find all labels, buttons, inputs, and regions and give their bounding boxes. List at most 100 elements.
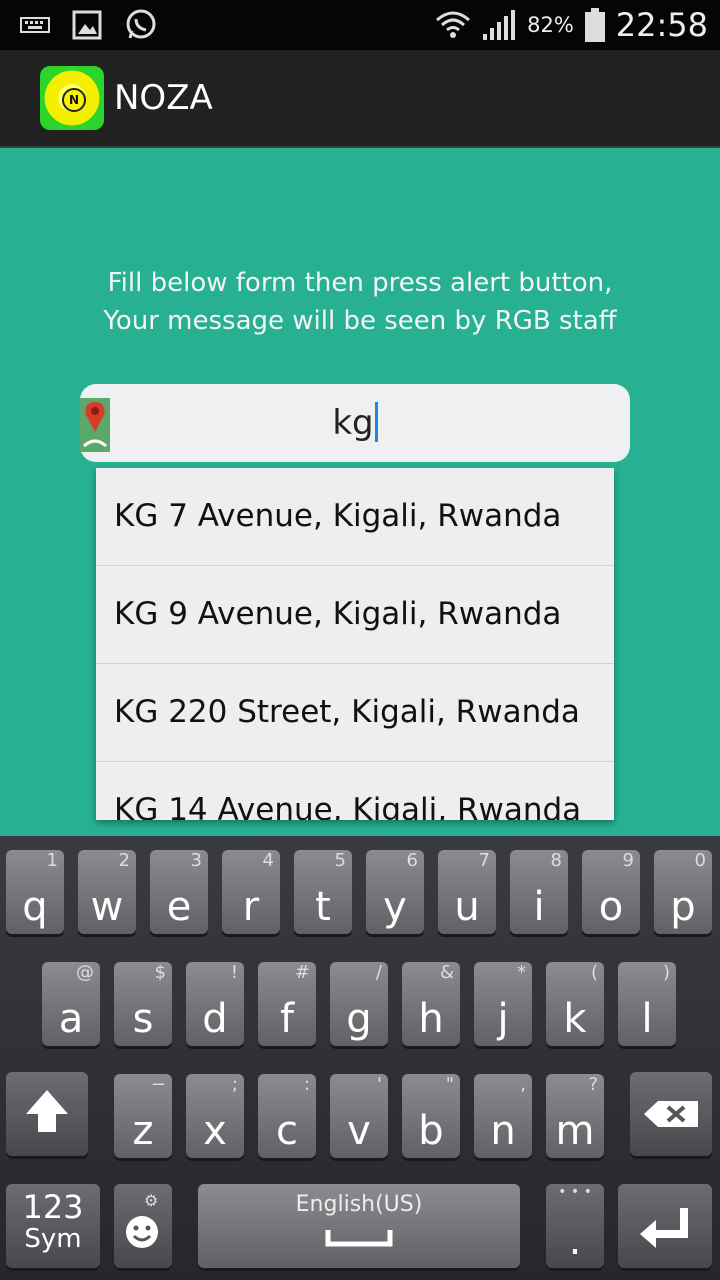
key-label: v	[347, 1108, 371, 1154]
gallery-icon	[72, 10, 102, 40]
key-u[interactable]: 7u	[438, 850, 496, 934]
key-j[interactable]: * j	[474, 962, 532, 1046]
key-label: h	[418, 996, 444, 1042]
key-label: z	[132, 1108, 154, 1154]
key-label: o	[598, 884, 624, 930]
key-g[interactable]: / g	[330, 962, 388, 1046]
key-e[interactable]: 3e	[150, 850, 208, 934]
key-h[interactable]: & h	[402, 962, 460, 1046]
suggestion-item[interactable]: KG 220 Street, Kigali, Rwanda	[96, 664, 614, 762]
key-label: u	[454, 884, 480, 930]
symbols-key[interactable]: 123 Sym	[6, 1184, 100, 1268]
enter-key[interactable]	[618, 1184, 712, 1268]
suggestion-item[interactable]: KG 9 Avenue, Kigali, Rwanda	[96, 566, 614, 664]
instruction-line-2: Your message will be seen by RGB staff	[103, 306, 617, 336]
key-z[interactable]: − z	[114, 1074, 172, 1158]
battery-icon	[584, 8, 605, 42]
key-d[interactable]: ! d	[186, 962, 244, 1046]
main-panel: Fill below form then press alert button,…	[0, 148, 720, 836]
whatsapp-icon	[126, 9, 156, 39]
key-secondary: 5	[334, 850, 346, 871]
key-label: d	[202, 996, 228, 1042]
backspace-icon	[644, 1101, 698, 1127]
key-secondary: ,	[520, 1074, 526, 1095]
key-secondary: #	[294, 962, 310, 983]
signal-icon	[483, 10, 516, 40]
key-secondary: "	[445, 1074, 454, 1095]
key-q[interactable]: 1q	[6, 850, 64, 934]
suggestion-item[interactable]: KG 14 Avenue, Kigali, Rwanda	[96, 762, 614, 820]
key-label: g	[346, 996, 372, 1042]
suggestions-dropdown: KG 7 Avenue, Kigali, Rwanda KG 9 Avenue,…	[96, 468, 614, 820]
key-t[interactable]: 5t	[294, 850, 352, 934]
keyboard-icon	[20, 17, 50, 33]
text-cursor	[374, 402, 378, 442]
key-secondary: *	[517, 962, 526, 983]
key-secondary: 7	[478, 850, 490, 871]
key-secondary: :	[303, 1074, 310, 1095]
key-label: r	[242, 884, 260, 930]
key-secondary: 1	[46, 850, 58, 871]
period-key[interactable]: • • • .	[546, 1184, 604, 1268]
suggestion-item[interactable]: KG 7 Avenue, Kigali, Rwanda	[96, 468, 614, 566]
app-logo-letter: N	[62, 88, 86, 112]
period-key-sub: • • •	[558, 1184, 592, 1200]
key-n[interactable]: ,n	[474, 1074, 532, 1158]
key-label: j	[497, 996, 509, 1042]
key-label: m	[555, 1108, 595, 1154]
key-c[interactable]: :c	[258, 1074, 316, 1158]
keyboard-language: English(US)	[295, 1192, 423, 1217]
key-o[interactable]: 9o	[582, 850, 640, 934]
action-bar: N NOZA	[0, 50, 720, 148]
key-secondary: 8	[550, 850, 562, 871]
key-a[interactable]: @ a	[42, 962, 100, 1046]
key-label: s	[132, 996, 154, 1042]
key-k[interactable]: (k	[546, 962, 604, 1046]
shift-key[interactable]	[6, 1072, 88, 1156]
key-secondary: (	[590, 962, 598, 983]
space-key[interactable]: English(US)	[198, 1184, 520, 1268]
shift-arrow-icon	[26, 1090, 68, 1132]
key-secondary: 3	[190, 850, 202, 871]
space-bar-icon	[325, 1230, 393, 1247]
key-i[interactable]: 8i	[510, 850, 568, 934]
key-secondary: −	[150, 1074, 166, 1095]
key-secondary: !	[230, 962, 238, 983]
key-label: w	[90, 884, 124, 930]
key-m[interactable]: ? m	[546, 1074, 604, 1158]
key-s[interactable]: $ s	[114, 962, 172, 1046]
key-label: b	[418, 1108, 444, 1154]
key-secondary: 6	[406, 850, 418, 871]
key-label: e	[166, 884, 192, 930]
key-v[interactable]: ' v	[330, 1074, 388, 1158]
key-label: p	[670, 884, 696, 930]
key-l[interactable]: ) l	[618, 962, 676, 1046]
key-label: c	[276, 1108, 298, 1154]
key-secondary: )	[662, 962, 670, 983]
svg-text:⚙: ⚙	[144, 1191, 158, 1210]
key-w[interactable]: 2w	[78, 850, 136, 934]
key-label: y	[383, 884, 407, 930]
symbols-key-top: 123	[22, 1188, 84, 1226]
key-label: n	[490, 1108, 516, 1154]
wifi-icon	[436, 11, 471, 38]
battery-percent: 82%	[527, 13, 574, 37]
key-x[interactable]: ; x	[186, 1074, 244, 1158]
location-search-input[interactable]: kg	[80, 384, 630, 462]
key-r[interactable]: 4r	[222, 850, 280, 934]
key-label: k	[563, 996, 587, 1042]
backspace-key[interactable]	[630, 1072, 712, 1156]
key-label: i	[533, 884, 545, 930]
key-f[interactable]: # f	[258, 962, 316, 1046]
key-secondary: '	[377, 1074, 382, 1095]
app-title: NOZA	[114, 78, 213, 118]
clock: 22:58	[615, 6, 708, 44]
key-p[interactable]: 0p	[654, 850, 712, 934]
key-b[interactable]: " b	[402, 1074, 460, 1158]
key-secondary: 9	[622, 850, 634, 871]
key-y[interactable]: 6y	[366, 850, 424, 934]
key-label: t	[315, 884, 331, 930]
emoji-key[interactable]: ⚙	[114, 1184, 172, 1268]
app-logo-icon[interactable]: N	[40, 66, 104, 130]
enter-icon	[640, 1208, 688, 1248]
